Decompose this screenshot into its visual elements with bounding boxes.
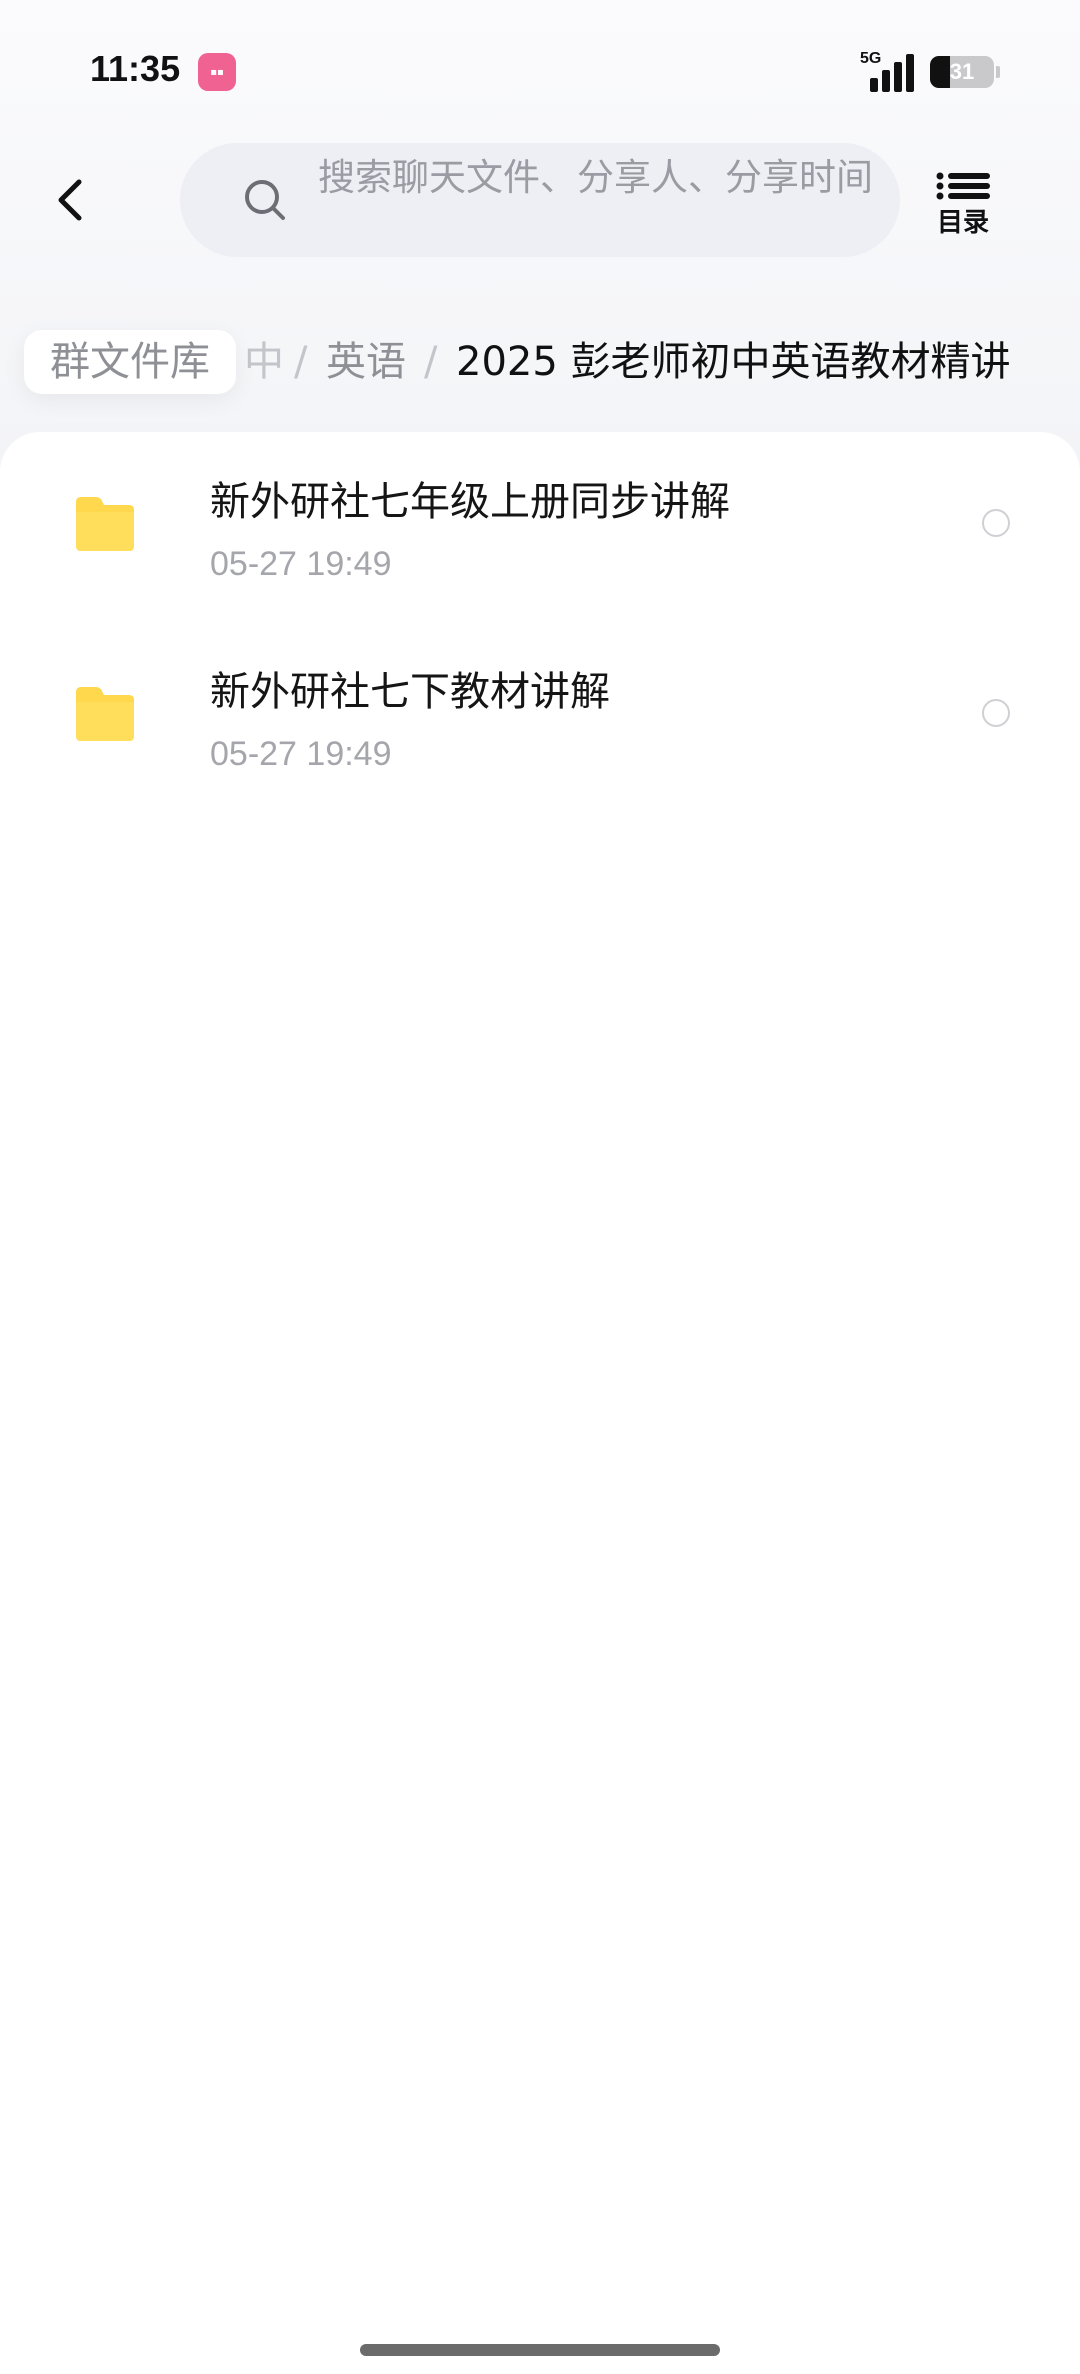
select-radio[interactable]	[982, 699, 1010, 727]
home-indicator[interactable]	[360, 2344, 720, 2356]
file-time: 05-27 19:49	[210, 735, 392, 773]
breadcrumb-current: 2025 彭老师初中英语教材精讲	[456, 339, 1011, 385]
file-list: 新外研社七年级上册同步讲解 05-27 19:49 新外研社七下教材讲解 05-…	[0, 432, 1080, 2374]
status-time: 11:35	[90, 48, 181, 89]
cellular-signal-icon	[868, 52, 918, 92]
battery-percentage: 31	[949, 59, 975, 84]
list-item[interactable]: 新外研社七下教材讲解 05-27 19:49	[0, 622, 1080, 812]
directory-menu-label: 目录	[936, 208, 989, 238]
battery-icon: 31	[930, 56, 994, 88]
file-name: 新外研社七下教材讲解	[210, 669, 610, 715]
chevron-left-icon	[58, 179, 82, 221]
list-menu-icon	[936, 172, 990, 200]
battery-tip	[996, 66, 1000, 78]
folder-icon	[76, 497, 134, 551]
directory-menu-button[interactable]: 目录	[928, 168, 998, 240]
file-time: 05-27 19:49	[210, 545, 392, 583]
search-placeholder: 搜索聊天文件、分享人、分享时间	[318, 156, 873, 199]
breadcrumb-root[interactable]: 群文件库	[24, 330, 236, 394]
list-item[interactable]: 新外研社七年级上册同步讲解 05-27 19:49	[0, 432, 1080, 622]
app-notification-icon: ▪▪	[198, 53, 236, 91]
select-radio[interactable]	[982, 509, 1010, 537]
breadcrumb-separator: /	[424, 339, 438, 385]
breadcrumb: 中 / 英语 / 2025 彭老师初中英语教材精讲 群文件库	[0, 330, 1080, 394]
breadcrumb-separator: /	[294, 339, 308, 385]
back-button[interactable]	[40, 165, 100, 235]
file-name: 新外研社七年级上册同步讲解	[210, 479, 730, 525]
search-icon	[245, 180, 285, 220]
folder-icon	[76, 687, 134, 741]
breadcrumb-item-english[interactable]: 英语	[326, 330, 406, 394]
breadcrumb-item-hidden[interactable]: 中	[244, 330, 284, 394]
search-input[interactable]: 搜索聊天文件、分享人、分享时间	[180, 143, 900, 257]
